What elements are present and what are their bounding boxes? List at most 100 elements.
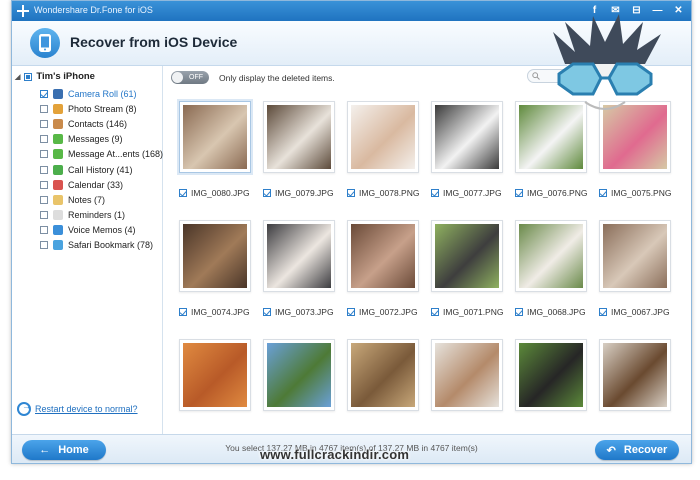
sidebar-item[interactable]: Message At...ents (168) <box>40 147 163 162</box>
photo-checkbox[interactable] <box>347 189 355 197</box>
sidebar-item-label: Call History (41) <box>68 164 133 175</box>
photo-thumbnail[interactable] <box>263 339 343 411</box>
photo-image <box>435 343 499 407</box>
sidebar-item-checkbox[interactable] <box>40 180 48 189</box>
watermark-text: www.fullcrackindir.com <box>260 447 410 462</box>
photo-checkbox[interactable] <box>263 189 271 197</box>
photo-frame[interactable] <box>431 101 503 173</box>
sidebar-item[interactable]: Reminders (1) <box>40 208 163 223</box>
sidebar-item[interactable]: Call History (41) <box>40 162 163 177</box>
photo-image <box>183 224 247 288</box>
photo-frame[interactable] <box>263 101 335 173</box>
photo-frame[interactable] <box>431 220 503 292</box>
message-attachments-icon <box>53 149 63 160</box>
photo-checkbox[interactable] <box>515 189 523 197</box>
photo-image <box>267 105 331 169</box>
photo-checkbox[interactable] <box>263 308 271 316</box>
photo-filename: IMG_0074.JPG <box>191 307 250 317</box>
photo-thumbnail[interactable] <box>431 339 511 411</box>
photo-thumbnail[interactable] <box>515 339 595 411</box>
call-history-icon <box>53 164 63 175</box>
photo-thumbnail[interactable]: IMG_0074.JPG <box>179 220 259 317</box>
photo-checkbox[interactable] <box>515 308 523 316</box>
photo-frame[interactable] <box>263 339 335 411</box>
photo-thumbnail[interactable]: IMG_0068.JPG <box>515 220 595 317</box>
photo-thumbnail[interactable]: IMG_0079.JPG <box>263 101 343 198</box>
photo-checkbox[interactable] <box>347 308 355 316</box>
photo-checkbox[interactable] <box>179 308 187 316</box>
photo-thumbnail[interactable]: IMG_0071.PNG <box>431 220 511 317</box>
sidebar-item-checkbox[interactable] <box>40 104 48 113</box>
category-list: Camera Roll (61) Photo Stream (8) Contacts… <box>40 86 163 253</box>
photo-frame[interactable] <box>515 220 587 292</box>
sidebar-item[interactable]: Safari Bookmark (78) <box>40 238 163 253</box>
photo-image <box>435 224 499 288</box>
device-tree-root[interactable]: ◢ Tim's iPhone <box>15 71 95 82</box>
photo-thumbnail[interactable]: IMG_0078.PNG <box>347 101 427 198</box>
sidebar-item[interactable]: Contacts (146) <box>40 116 163 131</box>
close-icon[interactable]: ✕ <box>672 4 685 17</box>
photo-frame[interactable] <box>431 339 503 411</box>
sidebar-item-label: Message At...ents (168) <box>68 149 164 160</box>
photo-thumbnail[interactable] <box>179 339 259 411</box>
sidebar-item[interactable]: Voice Memos (4) <box>40 223 163 238</box>
safari-bookmark-icon <box>53 240 63 251</box>
page-title: Recover from iOS Device <box>70 34 238 50</box>
recover-label: Recover <box>623 444 668 456</box>
photo-frame[interactable] <box>347 339 419 411</box>
photo-filename: IMG_0072.JPG <box>359 307 418 317</box>
photo-checkbox[interactable] <box>179 189 187 197</box>
photo-thumbnail[interactable]: IMG_0073.JPG <box>263 220 343 317</box>
sidebar-item-checkbox[interactable] <box>40 211 48 220</box>
restart-link-label[interactable]: Restart device to normal? <box>35 404 138 414</box>
photo-frame[interactable] <box>347 101 419 173</box>
photo-thumbnail[interactable]: IMG_0067.JPG <box>599 220 679 317</box>
recover-button[interactable]: ↶ Recover <box>595 440 679 460</box>
photo-filename: IMG_0071.PNG <box>443 307 504 317</box>
photo-thumbnail[interactable]: IMG_0080.JPG <box>179 101 259 198</box>
sidebar-item-label: Safari Bookmark (78) <box>68 240 154 251</box>
deleted-only-label: Only display the deleted items. <box>219 73 335 83</box>
sidebar-item-label: Messages (9) <box>68 134 123 145</box>
photo-frame[interactable] <box>179 339 251 411</box>
photo-thumbnail[interactable] <box>599 339 679 411</box>
sidebar-item-checkbox[interactable] <box>40 119 48 128</box>
photo-image <box>267 224 331 288</box>
reminders-icon <box>53 210 63 221</box>
photo-frame[interactable] <box>599 339 671 411</box>
restart-device-link[interactable]: Restart device to normal? <box>17 401 138 416</box>
photo-frame[interactable] <box>179 220 251 292</box>
device-checkbox[interactable] <box>24 72 33 81</box>
sidebar-item-checkbox[interactable] <box>40 89 48 98</box>
sidebar-item-checkbox[interactable] <box>40 135 48 144</box>
sidebar-item-checkbox[interactable] <box>40 150 48 159</box>
photo-checkbox[interactable] <box>599 308 607 316</box>
search-icon <box>532 72 540 80</box>
sidebar-item[interactable]: Messages (9) <box>40 132 163 147</box>
sidebar-item[interactable]: Photo Stream (8) <box>40 101 163 116</box>
photo-thumbnail[interactable] <box>347 339 427 411</box>
collapse-arrow-icon[interactable]: ◢ <box>15 73 20 81</box>
sidebar-item-checkbox[interactable] <box>40 226 48 235</box>
photo-checkbox[interactable] <box>599 189 607 197</box>
deleted-only-toggle[interactable]: OFF <box>171 71 209 84</box>
sidebar-item[interactable]: Notes (7) <box>40 192 163 207</box>
photo-frame[interactable] <box>347 220 419 292</box>
sidebar-item[interactable]: Camera Roll (61) <box>40 86 163 101</box>
photo-frame[interactable] <box>599 220 671 292</box>
contacts-icon <box>53 118 63 129</box>
photo-frame[interactable] <box>179 101 251 173</box>
photo-checkbox[interactable] <box>431 308 439 316</box>
restart-icon <box>17 401 31 416</box>
sidebar-item-checkbox[interactable] <box>40 195 48 204</box>
sidebar-item-checkbox[interactable] <box>40 165 48 174</box>
photo-filename: IMG_0067.JPG <box>611 307 670 317</box>
photo-thumbnail[interactable]: IMG_0072.JPG <box>347 220 427 317</box>
sidebar-item[interactable]: Calendar (33) <box>40 177 163 192</box>
photo-thumbnail[interactable]: IMG_0077.JPG <box>431 101 511 198</box>
photo-checkbox[interactable] <box>431 189 439 197</box>
photo-frame[interactable] <box>515 339 587 411</box>
photo-frame[interactable] <box>263 220 335 292</box>
photo-image <box>351 105 415 169</box>
sidebar-item-checkbox[interactable] <box>40 241 48 250</box>
